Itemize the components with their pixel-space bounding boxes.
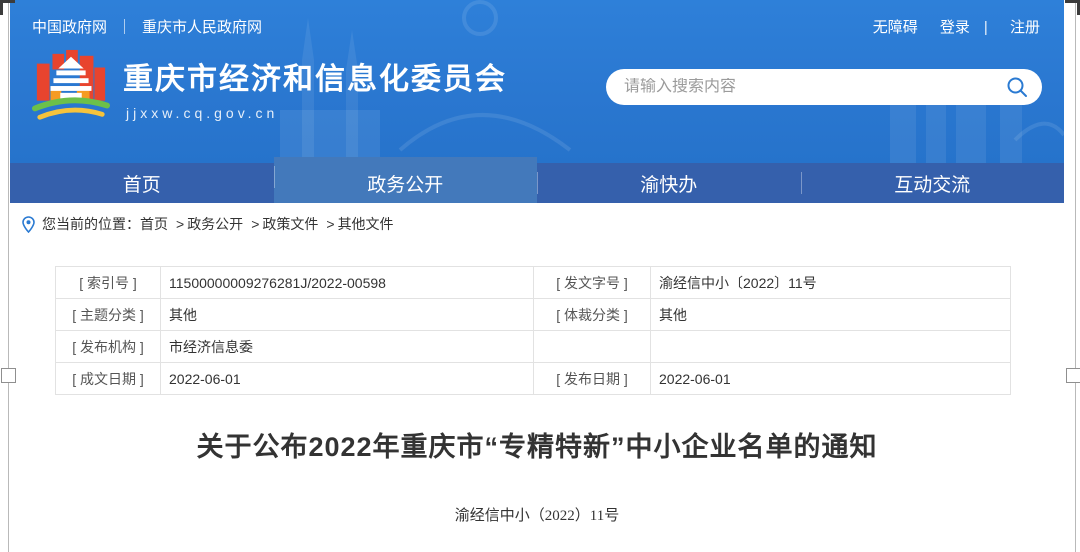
nav-tab-home[interactable]: 首页 (10, 163, 274, 203)
breadcrumb-other-files[interactable]: 其他文件 (338, 214, 394, 234)
breadcrumb-policy-files[interactable]: 政策文件 (262, 214, 318, 234)
selection-edge-left (8, 0, 9, 552)
china-gov-link[interactable]: 中国政府网 (32, 19, 107, 36)
table-row: [ 主题分类 ] 其他 [ 体裁分类 ] 其他 (56, 299, 1011, 331)
table-row: [ 发布机构 ] 市经济信息委 (56, 331, 1011, 363)
commission-emblem-logo (32, 48, 110, 126)
breadcrumb-separator: > (326, 216, 334, 232)
meta-label-genre-class: [ 体裁分类 ] (534, 299, 651, 331)
selection-edge-right (1075, 0, 1076, 552)
meta-value-empty (651, 331, 1011, 363)
search-input[interactable] (624, 78, 1006, 96)
site-title: 重庆市经济和信息化委员会 (123, 54, 507, 98)
table-row: [ 索引号 ] 11500000009276281J/2022-00598 [ … (56, 267, 1011, 299)
webpage-screenshot: 中国政府网 ｜ 重庆市人民政府网 无障碍 登录 | 注册 (10, 0, 1064, 552)
meta-label-index-no: [ 索引号 ] (56, 267, 161, 299)
brand-row: 重庆市经济和信息化委员会 jjxxw.cq.gov.cn (10, 48, 1064, 126)
site-banner: 中国政府网 ｜ 重庆市人民政府网 无障碍 登录 | 注册 (10, 0, 1064, 163)
meta-label-publisher: [ 发布机构 ] (56, 331, 161, 363)
login-link[interactable]: 登录 (940, 19, 970, 36)
utility-bar: 中国政府网 ｜ 重庆市人民政府网 无障碍 登录 | 注册 (10, 0, 1064, 37)
gov-links: 中国政府网 ｜ 重庆市人民政府网 (32, 16, 262, 37)
selection-mid-right-handle[interactable] (1066, 368, 1080, 383)
meta-value-doc-symbol: 渝经信中小〔2022〕11号 (651, 267, 1011, 299)
selection-corner-top-left-handle[interactable] (0, 0, 15, 15)
meta-label-written-date: [ 成文日期 ] (56, 363, 161, 395)
meta-value-genre-class: 其他 (651, 299, 1011, 331)
account-links: 无障碍 登录 | 注册 (855, 16, 1040, 37)
meta-label-publish-date: [ 发布日期 ] (534, 363, 651, 395)
meta-value-publish-date: 2022-06-01 (651, 363, 1011, 395)
meta-value-topic-class: 其他 (161, 299, 534, 331)
cq-gov-link[interactable]: 重庆市人民政府网 (142, 19, 262, 36)
accessibility-link[interactable]: 无障碍 (873, 19, 918, 36)
breadcrumb-prefix: 您当前的位置： (42, 214, 140, 234)
meta-value-publisher: 市经济信息委 (161, 331, 534, 363)
site-identity: 重庆市经济和信息化委员会 jjxxw.cq.gov.cn (123, 54, 507, 121)
meta-label-topic-class: [ 主题分类 ] (56, 299, 161, 331)
link-separator: ｜ (117, 19, 132, 36)
meta-value-index-no: 11500000009276281J/2022-00598 (161, 267, 534, 299)
search-bar (606, 69, 1042, 105)
meta-label-empty (534, 331, 651, 363)
breadcrumb-gov-disclosure[interactable]: 政务公开 (187, 214, 243, 234)
breadcrumb-separator: > (251, 216, 259, 232)
register-link[interactable]: 注册 (1010, 19, 1040, 36)
selection-mid-left-handle[interactable] (1, 368, 16, 383)
nav-tab-interaction[interactable]: 互动交流 (801, 163, 1065, 203)
meta-value-written-date: 2022-06-01 (161, 363, 534, 395)
site-url: jjxxw.cq.gov.cn (123, 105, 507, 121)
breadcrumb: 您当前的位置： 首页 > 政务公开 > 政策文件 > 其他文件 (10, 203, 1064, 243)
table-row: [ 成文日期 ] 2022-06-01 [ 发布日期 ] 2022-06-01 (56, 363, 1011, 395)
location-pin-icon (22, 216, 35, 233)
main-nav: 首页 政务公开 渝快办 互动交流 (10, 163, 1064, 203)
search-icon[interactable] (1006, 76, 1028, 98)
document-meta-table: [ 索引号 ] 11500000009276281J/2022-00598 [ … (55, 266, 1011, 395)
editor-canvas: 中国政府网 ｜ 重庆市人民政府网 无障碍 登录 | 注册 (0, 0, 1080, 552)
login-register-separator: | (984, 19, 988, 36)
nav-tab-yukuaiban[interactable]: 渝快办 (537, 163, 801, 203)
nav-tab-gov-disclosure[interactable]: 政务公开 (274, 157, 538, 203)
document-number: 渝经信中小（2022）11号 (10, 504, 1064, 525)
article-title: 关于公布2022年重庆市“专精特新”中小企业名单的通知 (10, 425, 1064, 464)
selection-corner-top-right-handle[interactable] (1065, 0, 1080, 15)
breadcrumb-separator: > (176, 216, 184, 232)
meta-label-doc-symbol: [ 发文字号 ] (534, 267, 651, 299)
breadcrumb-home[interactable]: 首页 (140, 214, 168, 234)
